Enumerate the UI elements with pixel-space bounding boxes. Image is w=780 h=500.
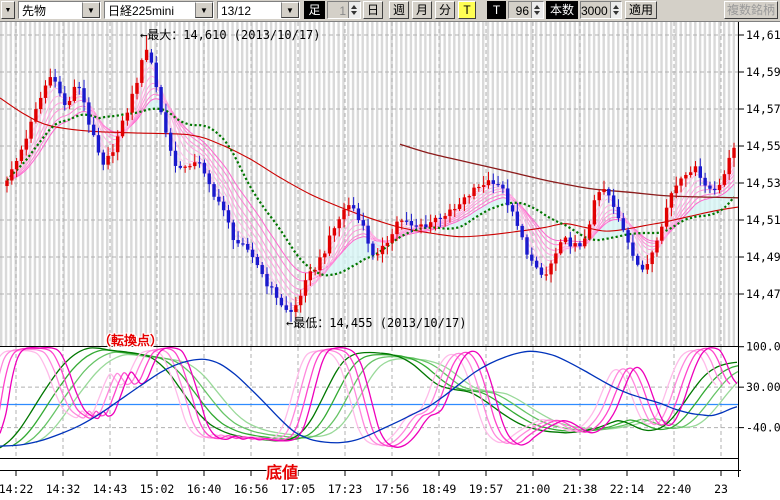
svg-text:100.00: 100.00 xyxy=(746,340,780,354)
period-week-button[interactable]: 週 xyxy=(389,1,409,19)
svg-text:14:43: 14:43 xyxy=(93,482,128,496)
chevron-down-icon[interactable]: ▼ xyxy=(82,2,100,18)
tick-count-value: 96 xyxy=(509,2,531,18)
turning-point-annotation: （転換点） xyxy=(98,330,163,349)
period-day-button[interactable]: 日 xyxy=(363,1,383,19)
chevron-down-icon[interactable]: ▼ xyxy=(281,2,299,18)
tick-label: T xyxy=(487,1,506,19)
spinner-updown-icon[interactable] xyxy=(610,2,621,18)
svg-text:15:02: 15:02 xyxy=(140,482,175,496)
period-minute-button[interactable]: 分 xyxy=(435,1,455,19)
tick-count-spinner[interactable]: 96 xyxy=(508,1,544,19)
spinner-updown-icon[interactable] xyxy=(348,2,360,18)
collapsed-combo-drop-button[interactable]: ▼ xyxy=(1,1,15,19)
svg-text:30.00: 30.00 xyxy=(746,380,780,394)
ashi-label: 足 xyxy=(304,1,325,19)
instrument-type-combo[interactable]: 先物 ▼ xyxy=(18,1,101,19)
svg-text:14,550: 14,550 xyxy=(746,139,780,153)
honsuu-label: 本数 xyxy=(546,1,578,19)
svg-text:14:22: 14:22 xyxy=(0,482,33,496)
svg-text:14,610: 14,610 xyxy=(746,28,780,42)
toolbar: ▼ 先物 ▼ 日経225mini ▼ 13/12 ▼ 足 1 日 週 月 分 T… xyxy=(0,0,780,22)
svg-text:16:56: 16:56 xyxy=(234,482,269,496)
ashi-interval-value: 1 xyxy=(328,2,348,18)
svg-text:23: 23 xyxy=(714,482,728,496)
svg-text:17:05: 17:05 xyxy=(281,482,316,496)
bar-count-value: 3000 xyxy=(581,2,610,18)
max-price-annotation: ←最大：14,610 (2013/10/17) xyxy=(140,28,321,42)
svg-text:14,510: 14,510 xyxy=(746,213,780,227)
instrument-type-value: 先物 xyxy=(19,2,82,18)
chart-canvas: 14,610 14,590 14,570 14,550 14,530 14,510 14,4… xyxy=(0,21,780,500)
trading-chart-app: ▼ 先物 ▼ 日経225mini ▼ 13/12 ▼ 足 1 日 週 月 分 T… xyxy=(0,0,780,500)
period-month-button[interactable]: 月 xyxy=(412,1,432,19)
svg-text:-40.00: -40.00 xyxy=(746,421,780,435)
svg-text:14,530: 14,530 xyxy=(746,176,780,190)
svg-text:18:49: 18:49 xyxy=(422,482,457,496)
ashi-interval-spinner[interactable]: 1 xyxy=(327,1,361,19)
min-price-annotation: ←最低：14,455 (2013/10/17) xyxy=(286,316,467,330)
spinner-updown-icon[interactable] xyxy=(531,2,543,18)
svg-text:14:32: 14:32 xyxy=(46,482,81,496)
multi-symbol-button[interactable]: 複数銘柄 xyxy=(724,1,778,19)
period-tick-button[interactable]: T xyxy=(458,1,476,19)
svg-text:16:40: 16:40 xyxy=(187,482,222,496)
svg-text:14,570: 14,570 xyxy=(746,102,780,116)
svg-text:17:56: 17:56 xyxy=(375,482,410,496)
contract-month-value: 13/12 xyxy=(218,2,281,18)
svg-text:17:23: 17:23 xyxy=(328,482,363,496)
svg-text:14,490: 14,490 xyxy=(746,250,780,264)
svg-text:14,470: 14,470 xyxy=(746,287,780,301)
svg-text:14,590: 14,590 xyxy=(746,65,780,79)
svg-text:22:40: 22:40 xyxy=(657,482,692,496)
contract-month-combo[interactable]: 13/12 ▼ xyxy=(217,1,300,19)
svg-text:19:57: 19:57 xyxy=(469,482,504,496)
svg-text:21:00: 21:00 xyxy=(516,482,551,496)
apply-button[interactable]: 適用 xyxy=(625,1,657,19)
symbol-value: 日経225mini xyxy=(105,2,195,18)
svg-text:21:38: 21:38 xyxy=(563,482,598,496)
symbol-combo[interactable]: 日経225mini ▼ xyxy=(104,1,214,19)
svg-text:22:14: 22:14 xyxy=(610,482,645,496)
bottom-price-annotation: 底値 xyxy=(266,459,298,483)
chevron-down-icon[interactable]: ▼ xyxy=(195,2,213,18)
bar-count-spinner[interactable]: 3000 xyxy=(580,1,622,19)
